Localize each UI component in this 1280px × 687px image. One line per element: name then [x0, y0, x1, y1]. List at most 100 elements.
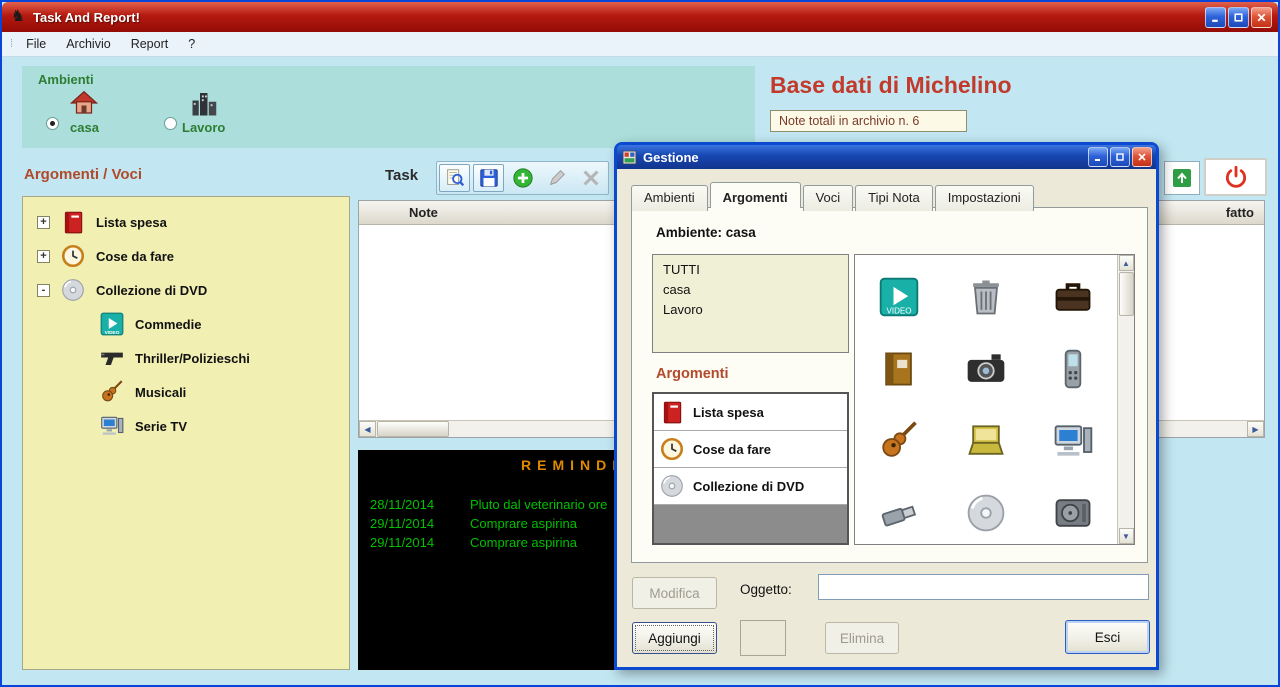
expander-icon[interactable]: +: [37, 215, 50, 229]
ambienti-listbox: TUTTI casa Lavoro: [652, 254, 849, 353]
listbox-item-tutti[interactable]: TUTTI: [653, 260, 848, 280]
radio-casa[interactable]: [46, 117, 59, 130]
column-header-note[interactable]: Note: [409, 205, 438, 220]
dialog-maximize-button[interactable]: [1110, 147, 1130, 167]
gun-icon: [99, 345, 125, 371]
tree-item-musicali[interactable]: Musicali: [23, 375, 349, 409]
maximize-button[interactable]: [1228, 6, 1249, 28]
note-count-box: Note totali in archivio n. 6: [770, 110, 967, 132]
listbox-item-lavoro[interactable]: Lavoro: [653, 300, 848, 320]
menu-help[interactable]: ?: [178, 33, 205, 55]
ambienti-panel: Ambienti casa Lavoro: [22, 66, 755, 148]
dialog-close-button[interactable]: [1132, 147, 1152, 167]
tab-tipi-nota[interactable]: Tipi Nota: [855, 185, 933, 211]
argomenti-item-cose-da-fare[interactable]: Cose da fare: [654, 431, 847, 468]
computer-icon[interactable]: [1051, 419, 1095, 463]
album-icon[interactable]: [877, 347, 921, 391]
trash-icon[interactable]: [964, 275, 1008, 319]
reminder-date: 29/11/2014: [370, 516, 435, 531]
cd-icon: [60, 277, 86, 303]
aggiungi-button[interactable]: Aggiungi: [632, 622, 717, 654]
tree-item-label: Collezione di DVD: [96, 282, 208, 298]
cd-icon[interactable]: [964, 491, 1008, 535]
dialog-icon: [621, 149, 638, 166]
dialog-title: Gestione: [643, 149, 699, 165]
svg-text:VIDEO: VIDEO: [886, 307, 911, 316]
tree-item-cose-da-fare[interactable]: + Cose da fare: [23, 239, 349, 273]
video-icon: VIDEO: [99, 311, 125, 337]
svg-text:VIDEO: VIDEO: [105, 330, 120, 336]
window-title: Task And Report!: [33, 9, 140, 25]
scroll-right-icon[interactable]: ▶: [1247, 421, 1264, 437]
laptop-icon[interactable]: [964, 419, 1008, 463]
listbox-item-casa[interactable]: casa: [653, 280, 848, 300]
menu-grip-icon: ⁞: [10, 38, 13, 50]
close-button[interactable]: [1251, 6, 1272, 28]
clock-icon: [60, 243, 86, 269]
reminder-date: 28/11/2014: [370, 497, 435, 512]
tree-item-lista-spesa[interactable]: + Lista spesa: [23, 205, 349, 239]
modifica-button[interactable]: Modifica: [632, 577, 717, 609]
expander-icon[interactable]: +: [37, 249, 50, 263]
database-title: Base dati di Michelino: [770, 72, 1012, 98]
scroll-up-icon[interactable]: ▲: [1118, 255, 1134, 271]
argomenti-item-label: Cose da fare: [693, 441, 772, 457]
menu-report[interactable]: Report: [121, 33, 179, 55]
oggetto-input[interactable]: [818, 574, 1149, 600]
minimize-button[interactable]: [1205, 6, 1226, 28]
tree-title: Argomenti / Voci: [24, 166, 143, 183]
usb-icon[interactable]: [877, 491, 921, 535]
briefcase-icon[interactable]: [1051, 275, 1095, 319]
video-icon[interactable]: VIDEO: [877, 275, 921, 319]
dialog-titlebar: Gestione: [617, 145, 1156, 169]
elimina-button[interactable]: Elimina: [825, 622, 899, 654]
scrollbar-thumb[interactable]: [1118, 272, 1134, 316]
app-window: ♞ Task And Report! ⁞ File Archivio Repor…: [0, 0, 1280, 687]
house-icon: [69, 88, 99, 118]
esci-button[interactable]: Esci: [1065, 620, 1150, 654]
tree-item-serie-tv[interactable]: Serie TV: [23, 409, 349, 443]
oggetto-label: Oggetto:: [740, 582, 792, 597]
power-button[interactable]: [1204, 158, 1267, 196]
tree-item-commedie[interactable]: VIDEO Commedie: [23, 307, 349, 341]
reminder-text: Comprare aspirina: [470, 516, 577, 531]
tree-item-collezione-dvd[interactable]: - Collezione di DVD: [23, 273, 349, 307]
scrollbar-thumb[interactable]: [377, 421, 449, 437]
add-note-button[interactable]: [507, 164, 538, 192]
tree-item-label: Lista spesa: [96, 214, 167, 230]
argomenti-item-collezione-dvd[interactable]: Collezione di DVD: [654, 468, 847, 505]
tab-voci[interactable]: Voci: [802, 185, 854, 211]
export-button[interactable]: [1164, 161, 1200, 195]
cd-icon: [659, 473, 685, 499]
column-header-fatto[interactable]: fatto: [1226, 205, 1254, 220]
vertical-scrollbar[interactable]: ▲ ▼: [1117, 255, 1134, 544]
argomenti-item-lista-spesa[interactable]: Lista spesa: [654, 394, 847, 431]
radio-lavoro[interactable]: [164, 117, 177, 130]
reminder-date: 29/11/2014: [370, 535, 435, 550]
expander-icon[interactable]: -: [37, 283, 50, 297]
menu-archivio[interactable]: Archivio: [56, 33, 120, 55]
phone-icon[interactable]: [1051, 347, 1095, 391]
search-note-button[interactable]: [439, 164, 470, 192]
save-note-button[interactable]: [473, 164, 504, 192]
delete-note-button[interactable]: [575, 164, 606, 192]
tree-item-thriller[interactable]: Thriller/Polizieschi: [23, 341, 349, 375]
tab-ambienti[interactable]: Ambienti: [631, 185, 708, 211]
task-label: Task: [385, 167, 419, 184]
dialog-tabs: Ambienti Argomenti Voci Tipi Nota Impost…: [631, 182, 1036, 211]
icon-picker: VIDEO ▲ ▼: [854, 254, 1135, 545]
book-icon: [60, 209, 86, 235]
scroll-left-icon[interactable]: ◀: [359, 421, 376, 437]
camera-icon[interactable]: [964, 347, 1008, 391]
scroll-down-icon[interactable]: ▼: [1118, 528, 1134, 544]
dialog-minimize-button[interactable]: [1088, 147, 1108, 167]
guitar-icon[interactable]: [877, 419, 921, 463]
harddisk-icon[interactable]: [1051, 491, 1095, 535]
edit-note-button[interactable]: [541, 164, 572, 192]
menu-file[interactable]: File: [16, 33, 56, 55]
icon-preview-box: [740, 620, 786, 656]
reminder-text: Comprare aspirina: [470, 535, 577, 550]
clock-icon: [659, 436, 685, 462]
tab-impostazioni[interactable]: Impostazioni: [934, 185, 1034, 211]
tab-argomenti[interactable]: Argomenti: [709, 182, 801, 208]
